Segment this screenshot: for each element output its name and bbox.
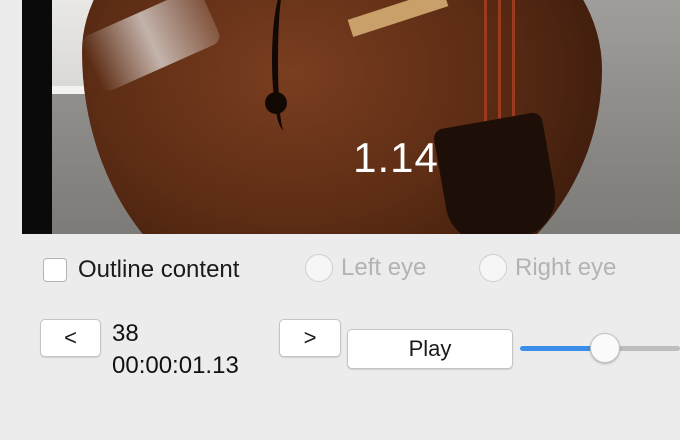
right-eye-radio[interactable]: Right eye — [479, 254, 616, 282]
right-eye-radio-circle[interactable] — [479, 254, 507, 282]
play-button[interactable]: Play — [347, 329, 513, 369]
video-overlay-value: 1.14 — [353, 134, 439, 181]
options-row: Outline content Left eye Right eye — [0, 250, 680, 290]
left-eye-label: Left eye — [341, 254, 427, 281]
checkbox-box[interactable] — [43, 258, 67, 282]
cello-f-hole-end — [265, 92, 287, 114]
outline-content-label: Outline content — [78, 256, 240, 283]
video-left-border — [22, 0, 52, 234]
previous-frame-button[interactable]: < — [40, 319, 101, 357]
playback-slider-knob[interactable] — [590, 333, 620, 363]
right-eye-label: Right eye — [515, 254, 617, 281]
outline-content-checkbox[interactable]: Outline content — [43, 256, 239, 284]
timecode: 00:00:01.13 — [112, 352, 239, 379]
left-eye-radio-circle[interactable] — [305, 254, 333, 282]
video-overlay-label: 1.14 — [22, 134, 680, 182]
frame-info: 38 00:00:01.13 — [112, 318, 239, 382]
frame-number: 38 — [112, 320, 139, 347]
left-eye-radio[interactable]: Left eye — [305, 254, 426, 282]
video-preview: 1.14 — [22, 0, 680, 234]
next-frame-button[interactable]: > — [279, 319, 341, 357]
